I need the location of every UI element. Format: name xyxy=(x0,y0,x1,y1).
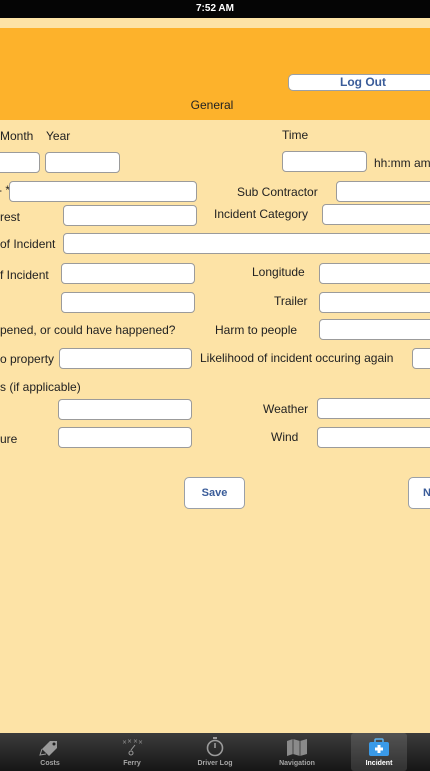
save-button[interactable]: Save xyxy=(184,477,245,509)
first-aid-kit-icon xyxy=(351,737,407,757)
tab-label-ferry: Ferry xyxy=(123,760,141,767)
status-time: 7:52 AM xyxy=(196,3,234,14)
time-format-hint: hh:mm am xyxy=(374,156,430,170)
tab-incident[interactable]: Incident xyxy=(351,733,407,771)
happened-label: pened, or could have happened? xyxy=(0,323,176,337)
incident-category-label: Incident Category xyxy=(214,207,309,221)
incident-category-input[interactable] xyxy=(322,204,430,225)
required-field-input[interactable] xyxy=(9,181,197,202)
of-incident-label: of Incident xyxy=(0,237,56,251)
rest-input[interactable] xyxy=(63,205,197,226)
longitude-input[interactable] xyxy=(319,263,430,284)
year-input[interactable] xyxy=(45,152,120,173)
tab-label-driver-log: Driver Log xyxy=(197,760,233,767)
applicable-input[interactable] xyxy=(58,399,192,420)
logout-button[interactable]: Log Out xyxy=(288,74,430,91)
svg-text:×: × xyxy=(138,739,143,746)
weather-label: Weather xyxy=(263,402,309,416)
longitude-label: Longitude xyxy=(252,265,305,279)
tab-bar: Costs × × × × Ferry Driver Log Navigatio… xyxy=(0,733,430,771)
time-label: Time xyxy=(282,128,309,142)
year-label: Year xyxy=(46,129,71,143)
month-input[interactable] xyxy=(0,152,40,173)
applicable-label: s (if applicable) xyxy=(0,380,81,394)
harm-to-people-input[interactable] xyxy=(319,319,430,340)
section-title: General xyxy=(190,98,234,112)
tab-ferry[interactable]: × × × × Ferry xyxy=(94,733,170,771)
tag-icon xyxy=(12,737,88,757)
f-incident-input[interactable] xyxy=(61,263,195,284)
f-incident-label: f Incident xyxy=(0,268,49,282)
weather-input[interactable] xyxy=(317,398,430,419)
sub-contractor-input[interactable] xyxy=(336,181,430,202)
ure-input[interactable] xyxy=(58,427,192,448)
status-bar: 7:52 AM xyxy=(0,0,430,18)
likelihood-label: Likelihood of incident occuring again xyxy=(200,351,394,365)
stopwatch-icon xyxy=(177,737,253,757)
harm-to-people-label: Harm to people xyxy=(215,323,298,337)
tab-driver-log[interactable]: Driver Log xyxy=(177,733,253,771)
svg-text:×: × xyxy=(127,738,132,745)
rest-label: rest xyxy=(0,210,21,224)
trailer-input[interactable] xyxy=(319,292,430,313)
of-incident-input[interactable] xyxy=(63,233,430,254)
map-icon xyxy=(259,737,335,757)
wind-label: Wind xyxy=(271,430,299,444)
likelihood-input[interactable] xyxy=(412,348,430,369)
top-band xyxy=(0,18,430,28)
tab-costs[interactable]: Costs xyxy=(12,733,88,771)
tab-label-incident: Incident xyxy=(365,760,393,767)
tab-navigation[interactable]: Navigation xyxy=(259,733,335,771)
time-input[interactable] xyxy=(282,151,367,172)
sub-contractor-label: Sub Contractor xyxy=(237,185,318,199)
ure-label: ure xyxy=(0,432,18,446)
wind-input[interactable] xyxy=(317,427,430,448)
trailer-label: Trailer xyxy=(274,294,308,308)
month-label: Month xyxy=(0,129,34,143)
property-label: o property xyxy=(0,352,55,366)
unlabeled-input[interactable] xyxy=(61,292,195,313)
tab-label-costs: Costs xyxy=(40,760,60,767)
next-button[interactable]: N xyxy=(408,477,430,509)
play-diagram-icon: × × × × xyxy=(94,737,170,757)
property-input[interactable] xyxy=(59,348,192,369)
tab-label-navigation: Navigation xyxy=(279,760,315,767)
